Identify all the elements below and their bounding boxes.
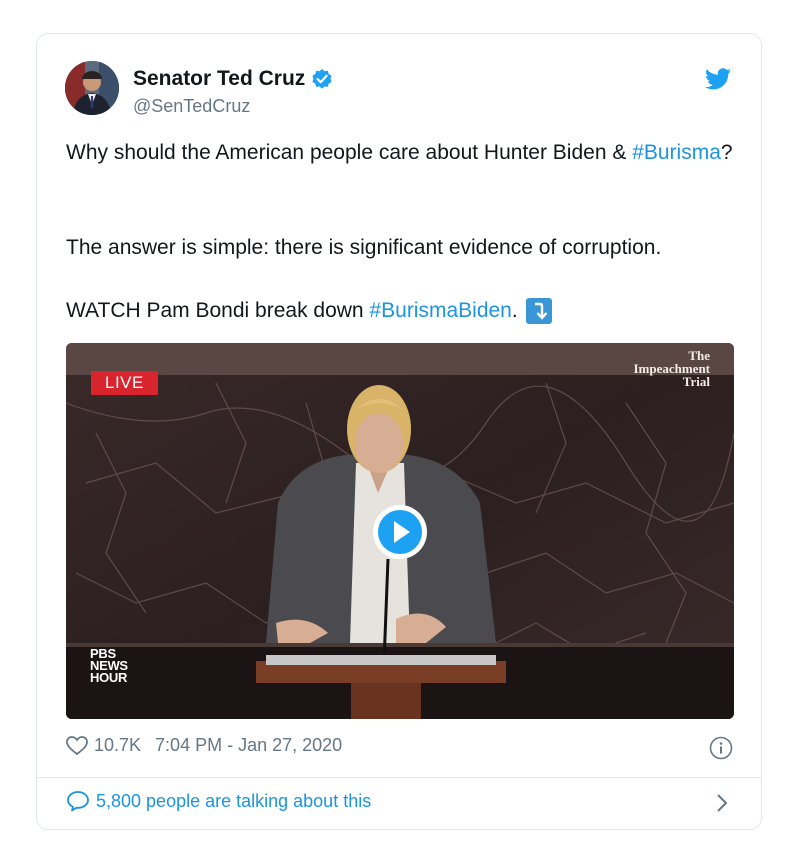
twitter-bird-icon[interactable] [705,68,731,90]
arrow-down-icon [525,298,552,324]
conversation-link[interactable]: 5,800 people are talking about this [66,790,371,812]
display-name[interactable]: Senator Ted Cruz [133,67,305,91]
live-badge: LIVE [91,371,158,395]
info-icon[interactable] [709,736,733,760]
tweet-text-line3: WATCH Pam Bondi break down #BurismaBiden… [66,296,552,326]
heart-icon[interactable] [66,735,88,756]
tweet-text-line2: The answer is simple: there is significa… [66,236,662,259]
hashtag-link[interactable]: #Burisma [632,141,721,164]
tweet-text-prefix: Why should the American people care abou… [66,141,627,164]
pbs-newshour-logo: PBS NEWS HOUR [90,647,128,685]
comment-bubble-icon [66,790,90,812]
user-handle[interactable]: @SenTedCruz [133,96,250,117]
play-icon[interactable] [372,504,428,560]
tweet-text-suffix: . [511,299,518,322]
hashtag-link[interactable]: #BurismaBiden [369,296,511,326]
watermark-impeachment-trial: The Impeachment Trial [633,349,710,388]
avatar[interactable] [65,61,119,115]
tweet-text-suffix: ? [720,141,733,164]
watermark-line: Trial [682,374,710,389]
logo-line: HOUR [90,670,128,685]
verified-badge-icon [311,68,333,90]
talking-count[interactable]: 5,800 people are talking about this [96,791,371,812]
author-name-row[interactable]: Senator Ted Cruz [133,67,333,91]
tweet-card: Senator Ted Cruz @SenTedCruz Why should … [36,33,762,830]
tweet-timestamp[interactable]: 7:04 PM - Jan 27, 2020 [155,735,342,756]
tweet-text-prefix: WATCH Pam Bondi break down [66,299,364,322]
video-player[interactable]: LIVE The Impeachment Trial PBS NEWS HOUR [66,343,734,719]
like-count[interactable]: 10.7K [94,735,141,756]
tweet-meta-row: 10.7K 7:04 PM - Jan 27, 2020 [66,735,342,756]
divider [37,777,761,778]
tweet-text-line1: Why should the American people care abou… [66,138,746,168]
chevron-right-icon[interactable] [715,792,729,814]
